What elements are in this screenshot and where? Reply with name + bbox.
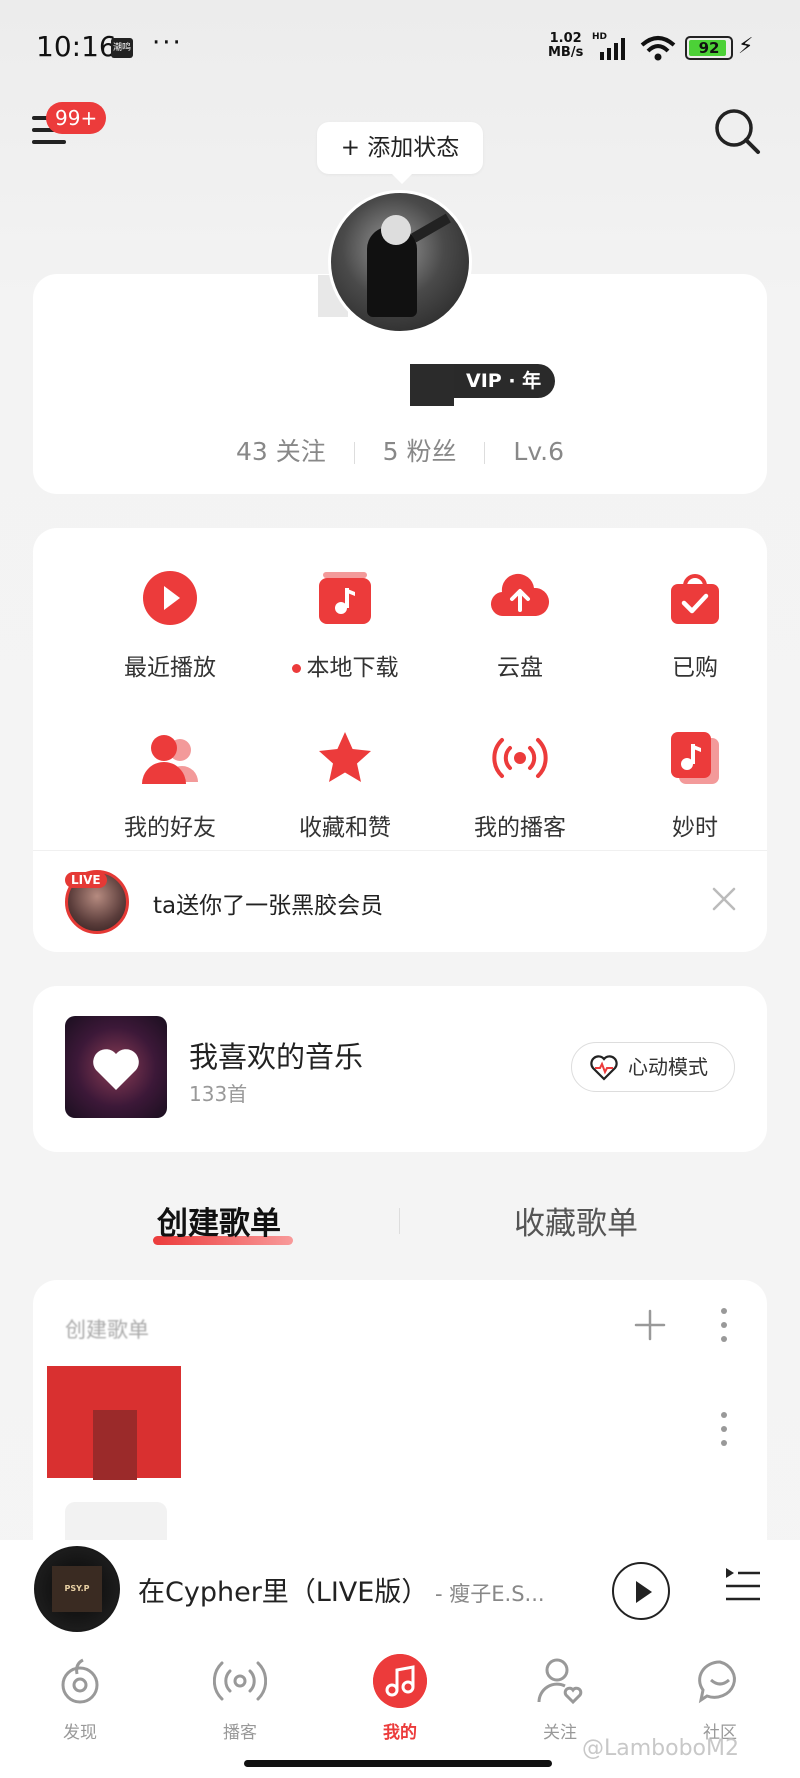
- playlist-card: 创建歌单: [33, 1280, 767, 1582]
- mini-player[interactable]: PSY.P 在Cypher里（LIVE版） - 瘦子E.S...: [0, 1540, 800, 1636]
- nav-label: 播客: [223, 1723, 257, 1743]
- music-note-card-icon: [671, 732, 719, 784]
- cloud-upload-icon: [490, 573, 550, 617]
- playlist-section-header: 创建歌单: [65, 1318, 149, 1342]
- tab-divider: [399, 1208, 400, 1234]
- shortcut-label: 最近播放: [124, 655, 216, 681]
- battery-level: 92: [698, 39, 720, 57]
- my-podcast-button[interactable]: 我的播客: [435, 728, 605, 842]
- music-folder-icon: [319, 572, 371, 624]
- nav-discover[interactable]: 发现: [30, 1654, 130, 1743]
- shortcut-label: 妙时: [672, 815, 718, 841]
- shortcut-label: 我的好友: [124, 815, 216, 841]
- favorites-likes-button[interactable]: 收藏和赞: [260, 728, 430, 842]
- playlist-queue-icon[interactable]: [722, 1564, 762, 1604]
- playlist-cover-detail: [93, 1410, 137, 1480]
- shopping-bag-icon: [671, 574, 719, 624]
- shortcut-label: 收藏和赞: [299, 815, 391, 841]
- close-icon[interactable]: [709, 884, 739, 914]
- liked-music-card[interactable]: 我喜欢的音乐 133首 心动模式: [33, 986, 767, 1152]
- heartbeat-icon: [590, 1055, 618, 1081]
- shortcut-label: 本地下载: [306, 655, 399, 681]
- star-icon: [319, 732, 371, 782]
- search-icon[interactable]: [712, 106, 762, 156]
- chat-bubble-icon: [698, 1660, 736, 1704]
- nav-community[interactable]: 社区: [670, 1654, 770, 1743]
- shortcut-label: 已购: [672, 655, 718, 681]
- network-speed-unit: MB/s: [548, 45, 584, 60]
- purchased-button[interactable]: 已购: [610, 568, 780, 682]
- follow-count[interactable]: 43 关注: [236, 437, 326, 466]
- tab-collected-playlists[interactable]: 收藏歌单: [514, 1198, 638, 1243]
- fans-count[interactable]: 5 粉丝: [383, 437, 457, 466]
- play-circle-icon: [143, 571, 197, 625]
- broadcast-icon: [492, 738, 548, 778]
- nav-label: 发现: [63, 1723, 97, 1743]
- notification-badge: 99+: [46, 102, 107, 134]
- nav-mine[interactable]: 我的: [350, 1654, 450, 1743]
- notice-text[interactable]: ta送你了一张黑胶会员: [153, 886, 383, 920]
- recent-play-button[interactable]: 最近播放: [85, 568, 255, 682]
- play-button[interactable]: [612, 1562, 670, 1620]
- user-level[interactable]: Lv.6: [513, 437, 564, 466]
- tab-created-playlists[interactable]: 创建歌单: [157, 1198, 281, 1243]
- network-speed-value: 1.02: [549, 31, 582, 46]
- app-notification-icon: 潮鸣: [111, 38, 133, 58]
- heart-icon: [93, 1049, 139, 1090]
- liked-music-count: 133首: [189, 1082, 248, 1106]
- more-options-icon[interactable]: [719, 1308, 729, 1344]
- liked-music-cover: [65, 1016, 167, 1118]
- charging-icon: ⚡: [738, 34, 754, 59]
- my-friends-button[interactable]: 我的好友: [85, 728, 255, 842]
- shortcut-label: 我的播客: [474, 815, 566, 841]
- now-playing-info[interactable]: 在Cypher里（LIVE版） - 瘦子E.S...: [138, 1570, 545, 1609]
- playlist-more-icon[interactable]: [719, 1412, 729, 1448]
- status-bar: 10:16 潮鸣 ··· 1.02 MB/s HD 92 ⚡: [0, 0, 800, 92]
- shortcuts-card: 最近播放 本地下载 云盘 已购 我的好友 收藏和赞 我的播客 妙时 LIVE t…: [33, 528, 767, 952]
- add-status-button[interactable]: + 添加状态: [317, 122, 483, 184]
- watermark: @LamboboM2: [582, 1736, 739, 1761]
- following-icon: [537, 1658, 583, 1705]
- wifi-icon: [640, 36, 676, 61]
- local-download-button[interactable]: 本地下载: [260, 568, 430, 682]
- liked-music-title: 我喜欢的音乐: [189, 1040, 364, 1074]
- nav-podcast[interactable]: 播客: [190, 1654, 290, 1743]
- now-playing-disc[interactable]: PSY.P: [34, 1546, 120, 1632]
- music-note-icon: [373, 1654, 427, 1708]
- add-playlist-icon[interactable]: [633, 1308, 667, 1342]
- cloud-drive-button[interactable]: 云盘: [435, 568, 605, 682]
- divider: [33, 850, 767, 851]
- home-indicator[interactable]: [244, 1760, 552, 1767]
- username-redacted[interactable]: [410, 364, 454, 406]
- now-playing-cover: PSY.P: [52, 1566, 102, 1612]
- now-playing-title: 在Cypher里（LIVE版）: [138, 1577, 429, 1608]
- moments-button[interactable]: 妙时: [610, 728, 780, 842]
- live-badge: LIVE: [65, 872, 107, 888]
- clock: 10:16: [36, 30, 117, 63]
- profile-stats: 43 关注 5 粉丝 Lv.6: [0, 432, 800, 468]
- discover-icon: [61, 1658, 99, 1704]
- battery-icon: 92: [685, 36, 733, 60]
- friends-icon: [142, 735, 198, 784]
- avatar[interactable]: [328, 190, 472, 334]
- nav-label: 我的: [383, 1723, 417, 1743]
- vip-badge[interactable]: VIP · 年: [454, 364, 556, 398]
- shortcut-label: 云盘: [497, 655, 543, 681]
- nav-following[interactable]: 关注: [510, 1654, 610, 1743]
- new-dot: [291, 664, 301, 673]
- heartbeat-mode-button[interactable]: 心动模式: [571, 1042, 735, 1092]
- more-notifications-icon: ···: [152, 28, 183, 58]
- podcast-icon: [212, 1661, 268, 1701]
- signal-icon: [600, 38, 625, 60]
- now-playing-artist: - 瘦子E.S...: [428, 1582, 545, 1606]
- network-speed: 1.02 MB/s: [548, 32, 583, 60]
- heartbeat-mode-label: 心动模式: [628, 1055, 708, 1079]
